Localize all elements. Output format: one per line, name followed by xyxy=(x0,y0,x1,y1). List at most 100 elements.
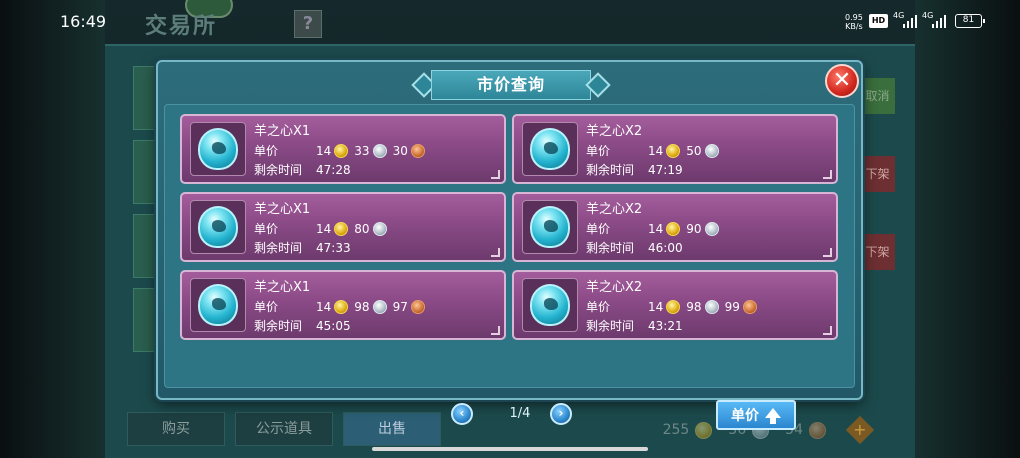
time-left-label: 剩余时间 xyxy=(586,319,635,333)
next-page-button[interactable]: › xyxy=(550,403,572,425)
time-left: 46:00 xyxy=(648,240,683,255)
dialog-header: 市价查询 xyxy=(411,70,611,100)
gold-price: 14 xyxy=(648,221,681,236)
time-left-label: 剩余时间 xyxy=(586,241,635,255)
silver-amount: 50 xyxy=(686,143,702,158)
prev-page-button[interactable]: ‹ xyxy=(451,403,473,425)
background-list-item xyxy=(133,288,155,352)
page-indicator: 1/4 xyxy=(509,406,531,421)
time-left-label: 剩余时间 xyxy=(254,163,303,177)
dialog-title: 市价查询 xyxy=(431,70,591,100)
tab-sell[interactable]: 出售 xyxy=(343,412,441,446)
silver-price: 50 xyxy=(686,143,719,158)
cancel-button[interactable]: 取消 xyxy=(860,78,895,114)
listing-card[interactable]: 羊之心X1 单价 14 80 剩余时间 47:33 xyxy=(180,192,506,262)
gold-amount: 14 xyxy=(316,221,332,236)
corner-ornament-icon xyxy=(823,170,832,179)
tab-buy[interactable]: 购买 xyxy=(127,412,225,446)
silver-amount: 98 xyxy=(354,299,370,314)
tab-public-items[interactable]: 公示道具 xyxy=(235,412,333,446)
battery-icon: 81 xyxy=(955,14,985,28)
gold-coin-icon xyxy=(334,143,349,158)
exchange-tabs: 购买 公示道具 出售 xyxy=(127,412,441,446)
sort-by-unit-price-button[interactable]: 单价 xyxy=(716,400,796,430)
item-name: 羊之心X2 xyxy=(586,280,643,295)
time-row: 剩余时间 47:19 xyxy=(586,161,683,178)
close-button[interactable]: ✕ xyxy=(825,64,859,98)
gold-coin-icon xyxy=(666,221,681,236)
copper-price: 99 xyxy=(725,299,757,314)
price-row: 单价 14 33 30 xyxy=(254,142,431,159)
silver-price: 80 xyxy=(354,221,387,236)
price-label: 单价 xyxy=(586,222,611,236)
item-name: 羊之心X2 xyxy=(586,202,643,217)
signal-strength-icon xyxy=(903,14,917,28)
copper-coin-icon xyxy=(742,299,757,314)
silver-coin-icon xyxy=(704,143,719,158)
price-label: 单价 xyxy=(586,300,611,314)
time-row: 剩余时间 43:21 xyxy=(586,317,683,334)
clock: 16:49 xyxy=(60,12,107,31)
time-row: 剩余时间 47:28 xyxy=(254,161,351,178)
silver-coin-icon xyxy=(704,221,719,236)
signal-strength-icon xyxy=(932,14,946,28)
time-left: 47:28 xyxy=(316,162,351,177)
sheep-heart-gem-icon xyxy=(198,206,238,248)
copper-coin-icon xyxy=(410,143,425,158)
silver-price: 90 xyxy=(686,221,719,236)
network-speed-value: 0.95 xyxy=(845,13,863,22)
arrow-up-icon xyxy=(765,408,781,424)
gold-coin-icon xyxy=(666,143,681,158)
silver-coin-icon xyxy=(372,299,387,314)
gold-amount: 14 xyxy=(316,299,332,314)
copper-coin-icon xyxy=(410,299,425,314)
item-name: 羊之心X2 xyxy=(586,124,643,139)
gold-price: 14 xyxy=(648,299,681,314)
time-left-label: 剩余时间 xyxy=(254,241,303,255)
silver-amount: 98 xyxy=(686,299,702,314)
silver-price: 98 xyxy=(686,299,719,314)
silver-price: 98 xyxy=(354,299,387,314)
corner-ornament-icon xyxy=(823,248,832,257)
copper-price: 97 xyxy=(392,299,425,314)
gold-coin-icon xyxy=(695,421,713,439)
background-list-item xyxy=(133,140,155,204)
item-slot xyxy=(522,278,578,332)
listing-card[interactable]: 羊之心X1 单价 14 98 97 剩余时间 45:05 xyxy=(180,270,506,340)
gold-amount: 14 xyxy=(648,221,664,236)
background-list-item xyxy=(133,66,155,130)
copper-coin-icon xyxy=(809,421,826,439)
copper-amount: 97 xyxy=(392,299,408,314)
gold-price: 14 xyxy=(316,299,349,314)
sheep-heart-gem-icon xyxy=(530,206,570,248)
item-name: 羊之心X1 xyxy=(254,202,311,217)
add-currency-icon[interactable]: + xyxy=(845,415,875,445)
sheep-heart-gem-icon xyxy=(198,128,238,170)
home-indicator[interactable] xyxy=(372,447,648,451)
gold-amount: 14 xyxy=(316,143,332,158)
listings-area: 羊之心X1 单价 14 33 30 剩余时间 47:28 羊之心X2 单价 14… xyxy=(164,104,855,430)
gold-coin-icon xyxy=(666,299,681,314)
copper-price: 30 xyxy=(393,143,425,158)
listing-card[interactable]: 羊之心X2 单价 14 90 剩余时间 46:00 xyxy=(512,192,838,262)
listing-card[interactable]: 羊之心X2 单价 14 98 99 剩余时间 43:21 xyxy=(512,270,838,340)
time-row: 剩余时间 47:33 xyxy=(254,239,351,256)
delist-button[interactable]: 下架 xyxy=(860,234,895,270)
gold-coin-icon xyxy=(334,221,349,236)
time-left: 47:19 xyxy=(648,162,683,177)
time-left: 45:05 xyxy=(316,318,351,333)
corner-ornament-icon xyxy=(491,170,500,179)
price-row: 单价 14 90 xyxy=(586,220,725,237)
item-name: 羊之心X1 xyxy=(254,124,311,139)
gold-price: 14 xyxy=(648,143,681,158)
silver-amount: 33 xyxy=(354,143,370,158)
corner-ornament-icon xyxy=(491,326,500,335)
price-label: 单价 xyxy=(254,144,279,158)
silver-amount: 90 xyxy=(686,221,702,236)
item-slot xyxy=(190,278,246,332)
listing-card[interactable]: 羊之心X2 单价 14 50 剩余时间 47:19 xyxy=(512,114,838,184)
price-row: 单价 14 98 99 xyxy=(586,298,763,315)
listing-card[interactable]: 羊之心X1 单价 14 33 30 剩余时间 47:28 xyxy=(180,114,506,184)
delist-button[interactable]: 下架 xyxy=(860,156,895,192)
sheep-heart-gem-icon xyxy=(198,284,238,326)
